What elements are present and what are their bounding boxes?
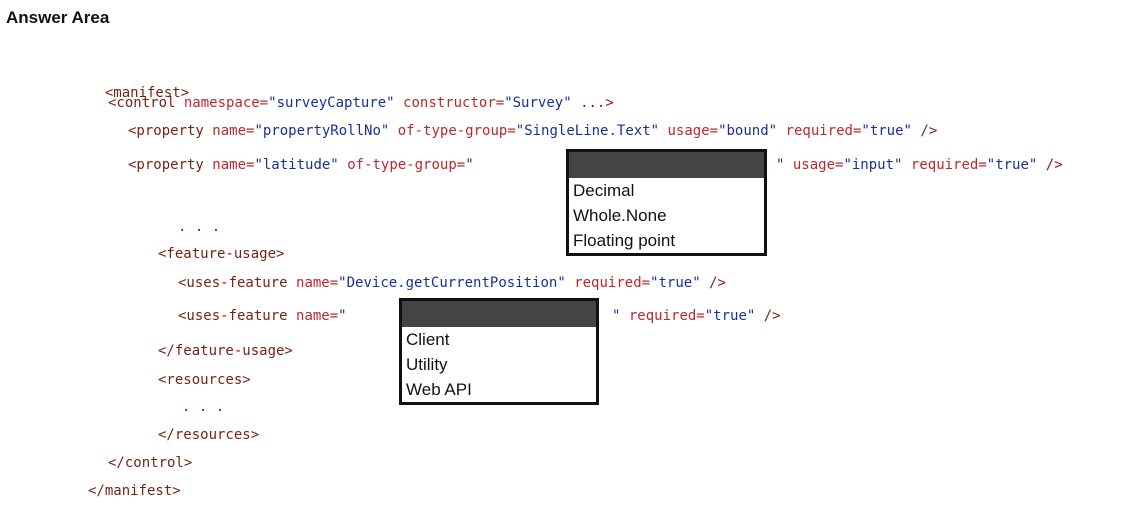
property-required-attr: required= (785, 123, 862, 139)
feature-name-dropdown[interactable]: Client Utility Web API (399, 298, 599, 405)
property-name-value: "propertyRollNo" (254, 123, 390, 139)
code-line-property-rollno: <property name="propertyRollNo" of-type-… (128, 122, 937, 140)
resources-ellipsis-dots: . . . (182, 399, 225, 415)
uses-feature-2-open-tag: <uses-feature (178, 308, 288, 324)
type-group-dropdown-header[interactable] (569, 152, 764, 178)
uses-feature-open-tag: <uses-feature (178, 275, 288, 291)
code-line-dots-2: . . . (182, 398, 224, 416)
feature-name-dropdown-header[interactable] (402, 301, 596, 327)
code-line-property-latitude: <property name="latitude" of-type-group=… (128, 156, 474, 174)
latitude-required-attr: required= (910, 157, 987, 173)
control-close-tag: </control> (108, 455, 193, 471)
uses-feature-2-required-value: "true" (704, 308, 756, 324)
code-line-resources-open: <resources> (158, 371, 251, 389)
uses-feature-2-open-quote: " (338, 308, 347, 324)
property-open-tag: <property (128, 123, 204, 139)
code-line-uses-feature-2-tail: " required="true" /> (612, 307, 781, 325)
property-name-attr: name= (212, 123, 255, 139)
property-close-tag: /> (920, 123, 938, 139)
uses-feature-name-value: "Device.getCurrentPosition" (338, 275, 566, 291)
latitude-type-group-open-quote: " (465, 157, 474, 173)
uses-feature-2-required-attr: required= (628, 308, 705, 324)
uses-feature-name-attr: name= (296, 275, 339, 291)
code-line-control-close: </control> (108, 454, 192, 472)
resources-close-tag: </resources> (158, 427, 260, 443)
control-open-tag: <control (108, 95, 176, 111)
feature-usage-open-tag: <feature-usage> (158, 246, 285, 262)
code-line-resources-close: </resources> (158, 426, 259, 444)
latitude-name-value: "latitude" (254, 157, 339, 173)
uses-feature-required-value: "true" (650, 275, 701, 291)
control-namespace-attr: namespace= (183, 95, 269, 111)
latitude-property-open-tag: <property (128, 157, 204, 173)
uses-feature-2-close-tag: /> (763, 308, 781, 324)
uses-feature-2-close-quote: " (612, 308, 621, 324)
code-line-uses-feature-2: <uses-feature name=" (178, 307, 347, 325)
code-line-feature-usage-close: </feature-usage> (158, 342, 293, 360)
latitude-close-tag: /> (1045, 157, 1063, 173)
control-namespace-value: "surveyCapture" (268, 95, 395, 111)
latitude-required-value: "true" (986, 157, 1038, 173)
code-line-uses-feature-1: <uses-feature name="Device.getCurrentPos… (178, 274, 726, 292)
control-constructor-attr: constructor= (403, 95, 505, 111)
answer-area-title: Answer Area (6, 8, 110, 27)
uses-feature-close-tag: /> (709, 275, 726, 291)
type-group-option-floating-point[interactable]: Floating point (569, 228, 764, 253)
feature-usage-close-tag: </feature-usage> (158, 343, 293, 359)
latitude-type-group-close-quote: " (776, 157, 785, 173)
latitude-usage-attr: usage= (792, 157, 844, 173)
code-line-feature-usage-open: <feature-usage> (158, 245, 284, 263)
code-line-property-latitude-tail: " usage="input" required="true" /> (776, 156, 1063, 174)
control-ellipsis: ...> (580, 95, 614, 111)
code-line-dots-1: . . . (178, 218, 220, 236)
type-group-dropdown[interactable]: Decimal Whole.None Floating point (566, 149, 767, 256)
control-constructor-value: "Survey" (504, 95, 572, 111)
latitude-usage-value: "input" (843, 157, 903, 173)
ellipsis-dots: . . . (178, 219, 221, 235)
code-line-manifest-close: </manifest> (88, 482, 181, 500)
resources-open-tag: <resources> (158, 372, 251, 388)
latitude-name-attr: name= (212, 157, 255, 173)
property-type-group-value: "SingleLine.Text" (515, 123, 660, 139)
property-usage-value: "bound" (718, 123, 778, 139)
property-type-group-attr: of-type-group= (397, 123, 516, 139)
code-line-control: <control namespace="surveyCapture" const… (108, 94, 614, 112)
feature-name-option-web-api[interactable]: Web API (402, 377, 596, 402)
type-group-option-whole-none[interactable]: Whole.None (569, 203, 764, 228)
feature-name-option-utility[interactable]: Utility (402, 352, 596, 377)
latitude-type-group-attr: of-type-group= (347, 157, 466, 173)
feature-name-option-client[interactable]: Client (402, 327, 596, 352)
type-group-option-decimal[interactable]: Decimal (569, 178, 764, 203)
uses-feature-2-name-attr: name= (296, 308, 339, 324)
manifest-close-tag: </manifest> (88, 483, 181, 499)
property-required-value: "true" (861, 123, 912, 139)
property-usage-attr: usage= (667, 123, 719, 139)
uses-feature-required-attr: required= (574, 275, 651, 291)
